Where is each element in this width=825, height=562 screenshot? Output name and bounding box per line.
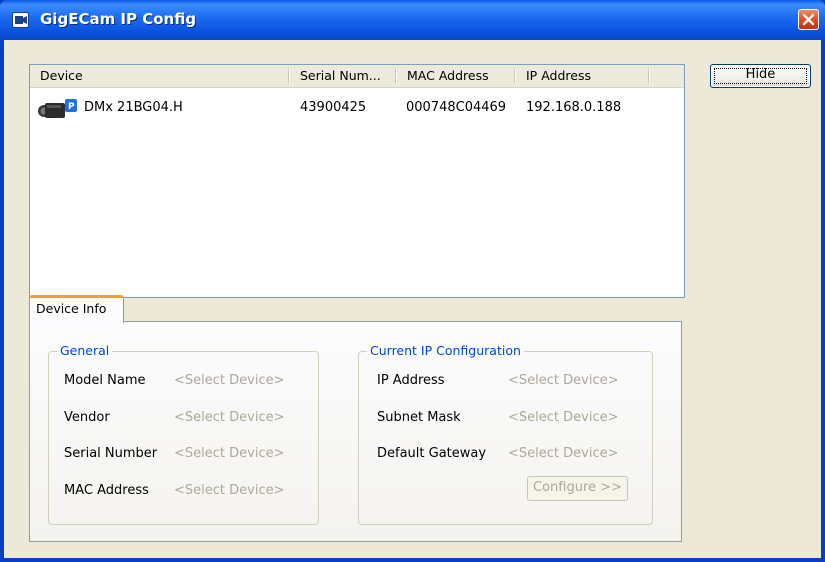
hide-button[interactable]: Hide: [710, 64, 811, 88]
device-list-header: Device Serial Num... MAC Address IP Addr…: [30, 65, 684, 88]
column-separator[interactable]: [648, 69, 650, 83]
focus-rectangle: [714, 68, 807, 84]
svg-text:P: P: [68, 102, 75, 112]
camera-icon: P: [38, 99, 77, 118]
subnet-mask-label: Subnet Mask: [377, 410, 461, 425]
app-icon: [12, 12, 29, 28]
app-window: GigECam IP Config Device Serial Num... M…: [0, 0, 825, 562]
window-title: GigECam IP Config: [40, 10, 197, 28]
ip-config-group-title: Current IP Configuration: [367, 343, 524, 359]
vendor-value: <Select Device>: [174, 410, 285, 425]
column-header-serial[interactable]: Serial Num...: [290, 65, 394, 86]
mac-address-label: MAC Address: [64, 483, 149, 498]
serial-number-label: Serial Number: [64, 446, 158, 461]
device-ip: 192.168.0.188: [526, 100, 622, 115]
mac-address-value: <Select Device>: [174, 483, 285, 498]
column-header-mac[interactable]: MAC Address: [397, 65, 514, 86]
model-name-value: <Select Device>: [174, 373, 285, 388]
title-bar[interactable]: GigECam IP Config: [0, 0, 825, 40]
serial-number-value: <Select Device>: [174, 446, 285, 461]
vendor-label: Vendor: [64, 410, 110, 425]
client-area: Device Serial Num... MAC Address IP Addr…: [4, 40, 821, 558]
device-name: DMx 21BG04.H: [84, 100, 183, 115]
device-info-panel: General Model Name <Select Device> Vendo…: [29, 321, 682, 542]
ip-address-value: <Select Device>: [508, 373, 619, 388]
default-gateway-value: <Select Device>: [508, 446, 619, 461]
general-group: General Model Name <Select Device> Vendo…: [48, 343, 319, 525]
subnet-mask-value: <Select Device>: [508, 410, 619, 425]
default-gateway-label: Default Gateway: [377, 446, 487, 461]
tab-device-info[interactable]: Device Info: [29, 295, 124, 323]
model-name-label: Model Name: [64, 373, 146, 388]
device-row[interactable]: P DMx 21BG04.H 43900425 000748C04469 192…: [30, 95, 684, 121]
configure-button[interactable]: Configure >>: [527, 476, 628, 501]
column-header-device[interactable]: Device: [30, 65, 288, 86]
ip-address-label: IP Address: [377, 373, 445, 388]
device-mac: 000748C04469: [406, 100, 507, 115]
close-button[interactable]: [798, 9, 819, 30]
device-list[interactable]: Device Serial Num... MAC Address IP Addr…: [29, 64, 685, 298]
device-serial: 43900425: [300, 100, 367, 115]
column-header-ip[interactable]: IP Address: [516, 65, 648, 86]
general-group-title: General: [57, 343, 113, 359]
close-icon: [802, 13, 815, 26]
